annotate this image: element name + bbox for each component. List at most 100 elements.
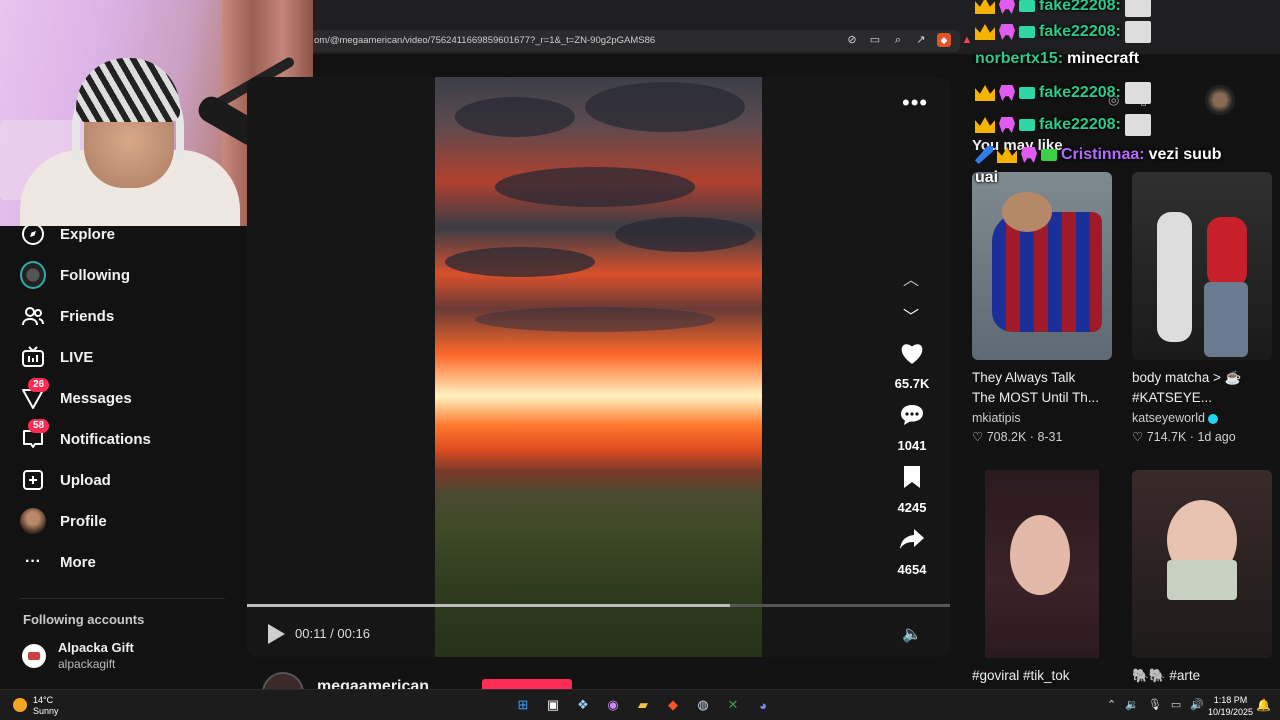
video-progress-bar[interactable]	[247, 604, 950, 607]
nav-messages[interactable]: 26 Messages	[20, 378, 132, 413]
chat-user: fake22208:	[1039, 84, 1121, 101]
mic-icon[interactable]: 🎙	[1148, 698, 1162, 711]
sword-badge-icon	[975, 146, 993, 164]
emote-icon	[1124, 114, 1151, 136]
volume-icon[interactable]: 🔈	[902, 624, 922, 644]
task-view-icon[interactable]: ▣	[542, 694, 564, 716]
notifications-badge: 58	[28, 419, 50, 433]
windows-start-icon[interactable]: ⊞	[512, 694, 534, 716]
browser-icons: ⊘ ▭ ⌕ ↗ ◆ ▲	[845, 33, 974, 47]
nav-explore-label: Explore	[60, 225, 116, 243]
speaker-icon[interactable]: 🔉	[1125, 698, 1139, 711]
file-explorer-icon[interactable]: ▰	[632, 694, 654, 716]
nav-upload[interactable]: Upload	[20, 465, 111, 495]
video-player[interactable]	[435, 77, 762, 657]
like-action[interactable]: 65.7K	[888, 341, 936, 391]
nav-upload-label: Upload	[60, 471, 111, 489]
notification-bell-icon[interactable]: 🔔	[1256, 698, 1271, 712]
nav-profile[interactable]: Profile	[20, 506, 107, 536]
nav-profile-label: Profile	[60, 512, 107, 530]
emote-icon	[1124, 82, 1151, 104]
card-date: 8-31	[1037, 430, 1063, 444]
play-icon[interactable]	[268, 624, 285, 644]
comment-icon	[888, 403, 936, 434]
card-likes: 708.2K	[986, 430, 1027, 444]
invader-badge-icon	[999, 24, 1015, 40]
chat-user: Cristinnaa:	[1061, 146, 1145, 163]
suggested-video-card[interactable]: They Always Talk The MOST Until Th... mk…	[972, 172, 1112, 444]
steam-icon[interactable]: ◍	[692, 694, 714, 716]
crown-badge-icon	[975, 0, 995, 14]
clock[interactable]: 1:18 PM 10/19/2025	[1208, 694, 1253, 718]
video-time: 00:11 / 00:16	[295, 626, 370, 641]
chat-message: Cristinnaa: vezi suub	[975, 146, 1221, 164]
chat-message: fake22208:	[975, 21, 1151, 43]
zoom-icon[interactable]: ⌕	[891, 33, 905, 47]
card-title: body matcha > ☕	[1132, 370, 1242, 385]
chevron-up-icon[interactable]: ︿	[903, 266, 919, 290]
copilot-icon[interactable]: ◉	[602, 694, 624, 716]
alert-icon[interactable]: ▲	[960, 33, 974, 47]
following-avatar-icon	[20, 261, 46, 289]
suggested-video-card[interactable]: 🐘🐘 #arte	[1132, 470, 1272, 686]
nav-friends[interactable]: Friends	[20, 301, 114, 331]
card-stats: ♡ 708.2K · 8-31	[972, 430, 1063, 444]
emote-icon	[1124, 0, 1151, 17]
heart-icon	[888, 341, 936, 372]
suggested-video-card[interactable]: body matcha > ☕ #KATSEYE... katseyeworld…	[1132, 172, 1272, 444]
chat-message: uai	[975, 169, 998, 187]
gem-badge-icon	[1041, 149, 1057, 161]
messages-icon: 26	[20, 378, 50, 411]
share-action[interactable]: 4654	[888, 527, 936, 577]
messages-badge: 26	[28, 378, 50, 392]
crown-badge-icon	[975, 117, 995, 133]
like-count: 65.7K	[894, 376, 930, 391]
comment-action[interactable]: 1041	[888, 403, 936, 453]
video-thumbnail[interactable]	[1132, 172, 1272, 360]
weather-widget[interactable]: 14°C Sunny	[33, 695, 59, 717]
bookmark-icon	[888, 465, 936, 496]
card-title-line2: #KATSEYE...	[1132, 390, 1213, 405]
verified-icon	[1207, 413, 1218, 424]
progress-fill	[247, 604, 731, 607]
more-options-icon[interactable]: •••	[902, 90, 928, 116]
chat-user: fake22208:	[1039, 116, 1121, 133]
following-accounts-title: Following accounts	[23, 612, 145, 627]
account-name: Alpacka Gift	[58, 640, 134, 655]
nav-more[interactable]: ··· More	[20, 547, 96, 577]
excel-icon[interactable]: ✕	[722, 694, 744, 716]
video-thumbnail[interactable]	[972, 470, 1112, 658]
video-thumbnail[interactable]	[1132, 470, 1272, 658]
share-icon[interactable]: ↗	[914, 33, 928, 47]
card-author-name: katseyeworld	[1132, 411, 1205, 425]
screen: om/@megaamerican/video/75624116698596016…	[0, 0, 1280, 720]
reader-icon[interactable]: ⊘	[845, 33, 859, 47]
chat-message: norbertx15: minecraft	[975, 50, 1139, 68]
chevron-down-icon[interactable]: ﹀	[903, 303, 919, 327]
user-avatar[interactable]	[1205, 85, 1235, 115]
clock-time: 1:18 PM	[1213, 695, 1248, 705]
brave-browser-icon[interactable]: ◆	[662, 694, 684, 716]
video-thumbnail[interactable]	[972, 172, 1112, 360]
share-arrow-icon	[888, 527, 936, 558]
following-account[interactable]: Alpacka Gift alpackagift	[22, 640, 134, 671]
account-handle: alpackagift	[58, 657, 116, 671]
volume-tray-icon[interactable]: 🔊	[1190, 698, 1204, 711]
tray-chevron-icon[interactable]: ⌃	[1107, 698, 1116, 711]
card-author[interactable]: mkiatipis	[972, 411, 1112, 425]
save-action[interactable]: 4245	[888, 465, 936, 515]
card-author[interactable]: katseyeworld	[1132, 411, 1272, 425]
invader-badge-icon	[999, 0, 1015, 14]
save-count: 4245	[897, 500, 927, 515]
nav-live[interactable]: LIVE	[20, 342, 93, 372]
brave-shield-icon[interactable]: ◆	[937, 33, 951, 47]
nav-following[interactable]: Following	[20, 260, 130, 290]
url-text[interactable]: om/@megaamerican/video/75624116698596016…	[314, 35, 655, 46]
discord-icon[interactable]: ◕	[752, 694, 774, 716]
network-icon[interactable]: ▭	[1171, 698, 1181, 711]
suggested-video-card[interactable]: #goviral #tik_tok	[972, 470, 1112, 686]
widgets-icon[interactable]: ❖	[572, 694, 594, 716]
sun-icon[interactable]	[13, 698, 27, 712]
screen-icon[interactable]: ▭	[868, 33, 882, 47]
nav-notifications[interactable]: 58 Notifications	[20, 419, 151, 454]
